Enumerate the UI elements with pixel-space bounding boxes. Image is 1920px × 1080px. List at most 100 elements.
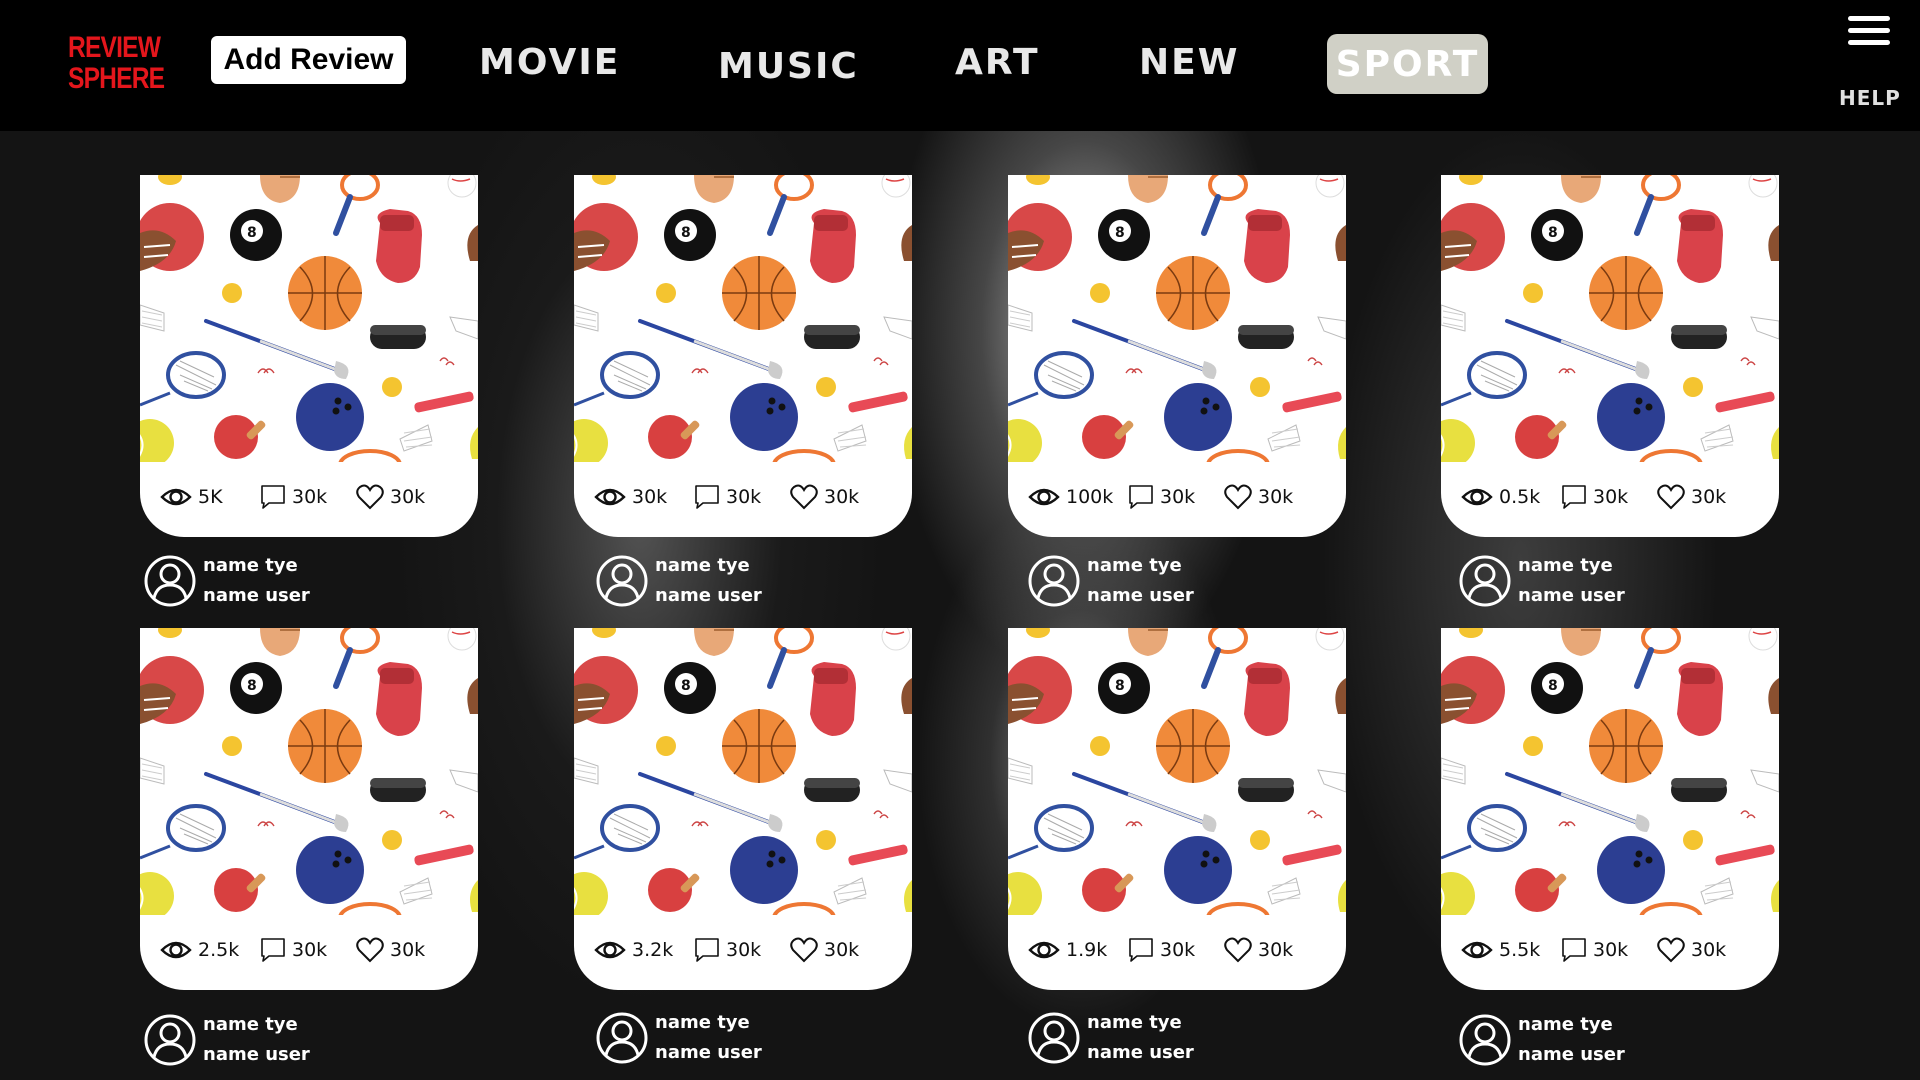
- review-card[interactable]: 5K 30k 30k: [140, 175, 478, 537]
- likes-count: 30k: [1691, 939, 1727, 961]
- views-stat: 100k: [1028, 479, 1113, 515]
- comments-count: 30k: [1593, 486, 1629, 508]
- comment-icon: [260, 484, 286, 510]
- comments-stat[interactable]: 30k: [1128, 932, 1195, 968]
- card-author[interactable]: name tye name user: [143, 1010, 310, 1070]
- likes-count: 30k: [390, 486, 426, 508]
- likes-stat[interactable]: 30k: [1657, 932, 1726, 968]
- heart-icon: [356, 937, 384, 963]
- sports-cover-image: [574, 628, 912, 915]
- name-type: name tye: [203, 1014, 298, 1035]
- views-stat: 5.5k: [1461, 932, 1540, 968]
- eye-icon: [1028, 939, 1060, 961]
- name-type: name tye: [1518, 555, 1613, 576]
- name-user: name user: [1518, 585, 1625, 606]
- tab-art[interactable]: ART: [955, 36, 1040, 88]
- user-avatar-icon: [595, 1011, 649, 1065]
- heart-icon: [1224, 937, 1252, 963]
- user-avatar-icon: [143, 554, 197, 608]
- card-stats: 5.5k 30k 30k: [1461, 932, 1771, 968]
- tab-music[interactable]: MUSIC: [718, 40, 859, 92]
- comments-stat[interactable]: 30k: [1561, 479, 1628, 515]
- eye-icon: [1028, 486, 1060, 508]
- sports-cover-image: [1008, 175, 1346, 462]
- comment-icon: [260, 937, 286, 963]
- name-type: name tye: [203, 555, 298, 576]
- name-user: name user: [203, 1044, 310, 1065]
- tab-new[interactable]: NEW: [1139, 36, 1239, 88]
- card-stats: 0.5k 30k 30k: [1461, 479, 1771, 515]
- card-author[interactable]: name tye name user: [595, 551, 762, 611]
- name-user: name user: [1087, 1042, 1194, 1063]
- comment-icon: [1128, 937, 1154, 963]
- eye-icon: [594, 939, 626, 961]
- user-avatar-icon: [595, 554, 649, 608]
- comments-count: 30k: [726, 486, 762, 508]
- eye-icon: [160, 939, 192, 961]
- card-author[interactable]: name tye name user: [1027, 551, 1194, 611]
- review-card[interactable]: 3.2k 30k 30k: [574, 628, 912, 990]
- hamburger-icon[interactable]: [1848, 16, 1892, 52]
- tab-sport[interactable]: SPORT: [1327, 34, 1488, 94]
- tab-movie[interactable]: MOVIE: [479, 36, 620, 88]
- top-nav-bar: REVIEW SPHERE Add Review MOVIE MUSIC ART…: [0, 0, 1920, 131]
- sports-cover-image: [140, 628, 478, 915]
- likes-stat[interactable]: 30k: [1224, 479, 1293, 515]
- views-count: 5K: [198, 486, 223, 508]
- sports-cover-image: [1441, 628, 1779, 915]
- card-stats: 1.9k 30k 30k: [1028, 932, 1338, 968]
- likes-stat[interactable]: 30k: [1657, 479, 1726, 515]
- comments-count: 30k: [1593, 939, 1629, 961]
- comments-stat[interactable]: 30k: [260, 479, 327, 515]
- likes-count: 30k: [1258, 939, 1294, 961]
- review-card[interactable]: 1.9k 30k 30k: [1008, 628, 1346, 990]
- help-link[interactable]: HELP: [1839, 86, 1901, 110]
- comments-stat[interactable]: 30k: [260, 932, 327, 968]
- comment-icon: [694, 484, 720, 510]
- views-stat: 3.2k: [594, 932, 673, 968]
- likes-count: 30k: [390, 939, 426, 961]
- comments-stat[interactable]: 30k: [1128, 479, 1195, 515]
- heart-icon: [790, 484, 818, 510]
- sports-cover-image: [574, 175, 912, 462]
- views-count: 2.5k: [198, 939, 240, 961]
- review-card[interactable]: 5.5k 30k 30k: [1441, 628, 1779, 990]
- heart-icon: [790, 937, 818, 963]
- comment-icon: [694, 937, 720, 963]
- card-stats: 100k 30k 30k: [1028, 479, 1338, 515]
- likes-stat[interactable]: 30k: [790, 932, 859, 968]
- card-author[interactable]: name tye name user: [1027, 1008, 1194, 1068]
- comment-icon: [1128, 484, 1154, 510]
- likes-stat[interactable]: 30k: [1224, 932, 1293, 968]
- name-user: name user: [655, 1042, 762, 1063]
- comments-stat[interactable]: 30k: [694, 932, 761, 968]
- card-author[interactable]: name tye name user: [143, 551, 310, 611]
- views-stat: 2.5k: [160, 932, 239, 968]
- logo[interactable]: REVIEW SPHERE: [68, 32, 165, 94]
- review-card[interactable]: 0.5k 30k 30k: [1441, 175, 1779, 537]
- name-user: name user: [203, 585, 310, 606]
- likes-count: 30k: [824, 486, 860, 508]
- sports-cover-image: [1008, 628, 1346, 915]
- card-author[interactable]: name tye name user: [595, 1008, 762, 1068]
- review-card[interactable]: 100k 30k 30k: [1008, 175, 1346, 537]
- comments-stat[interactable]: 30k: [1561, 932, 1628, 968]
- likes-count: 30k: [824, 939, 860, 961]
- name-user: name user: [655, 585, 762, 606]
- add-review-button[interactable]: Add Review: [211, 36, 406, 84]
- sports-cover-image: [140, 175, 478, 462]
- review-card[interactable]: 2.5k 30k 30k: [140, 628, 478, 990]
- card-stats: 5K 30k 30k: [160, 479, 470, 515]
- name-type: name tye: [655, 1012, 750, 1033]
- name-type: name tye: [1087, 555, 1182, 576]
- comments-stat[interactable]: 30k: [694, 479, 761, 515]
- user-avatar-icon: [143, 1013, 197, 1067]
- likes-stat[interactable]: 30k: [790, 479, 859, 515]
- review-card[interactable]: 30k 30k 30k: [574, 175, 912, 537]
- likes-stat[interactable]: 30k: [356, 479, 425, 515]
- likes-stat[interactable]: 30k: [356, 932, 425, 968]
- card-author[interactable]: name tye name user: [1458, 551, 1625, 611]
- name-user: name user: [1087, 585, 1194, 606]
- card-author[interactable]: name tye name user: [1458, 1010, 1625, 1070]
- eye-icon: [594, 486, 626, 508]
